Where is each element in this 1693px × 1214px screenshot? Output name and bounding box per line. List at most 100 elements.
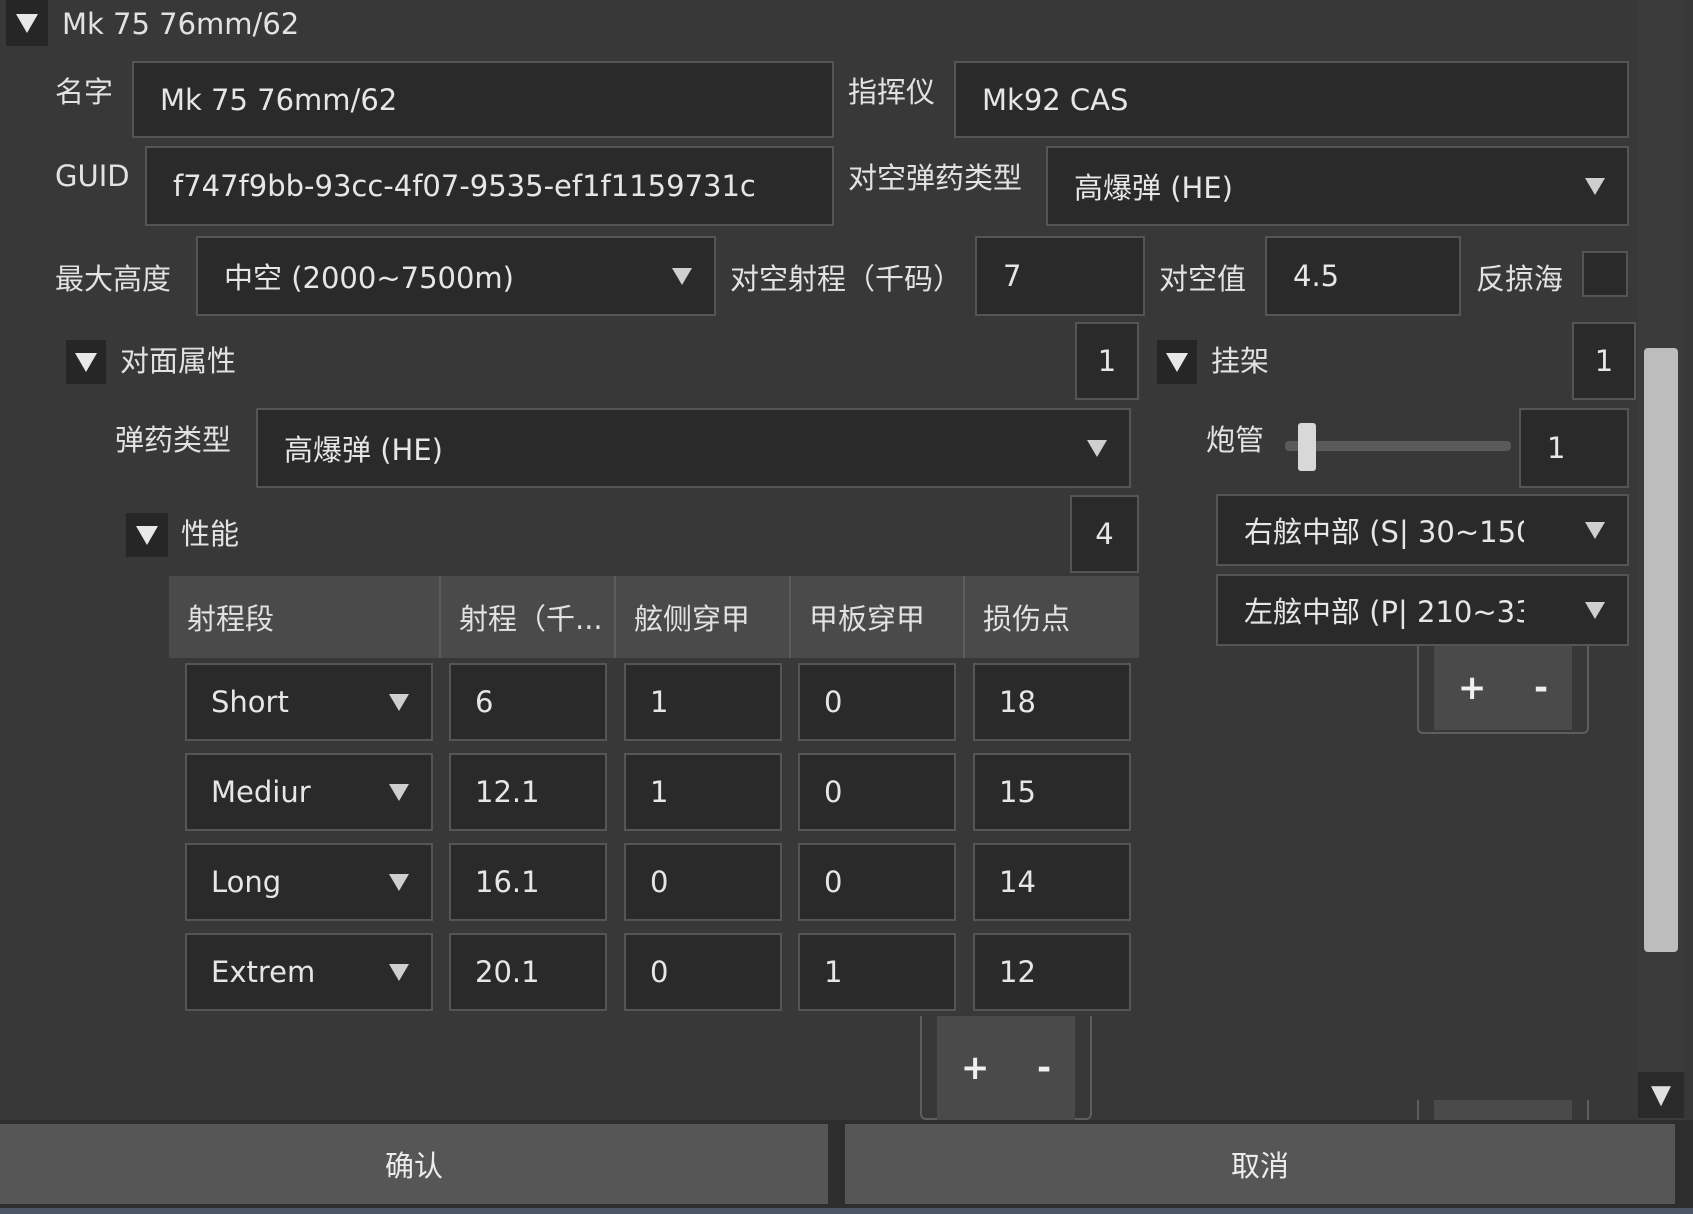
performance-add-button[interactable]: + [961, 1048, 990, 1088]
window-bottom-edge [0, 1208, 1693, 1214]
performance-remove-button[interactable]: - [1037, 1048, 1051, 1088]
dropdown-arrow-icon [389, 963, 409, 981]
barrel-slider-handle[interactable] [1298, 423, 1316, 471]
collapse-mount-toggle[interactable] [1157, 340, 1197, 384]
collapse-triangle-icon [75, 352, 97, 372]
scrollbar-thumb[interactable] [1644, 348, 1678, 952]
column-header-damage[interactable]: 损伤点 [965, 576, 1139, 658]
damage-input[interactable]: 15 [973, 753, 1131, 831]
mount-position-dropdown-1[interactable]: 右舷中部 (S| 30~150 [1216, 494, 1629, 566]
deck-pen-input-value: 0 [824, 865, 843, 899]
anti-skim-label: 反掠海 [1476, 262, 1564, 296]
band-dropdown[interactable]: Mediur [185, 753, 433, 831]
dropdown-arrow-icon [672, 267, 692, 285]
damage-input-value: 14 [999, 865, 1036, 899]
director-input[interactable]: Mk92 CAS [954, 61, 1629, 138]
guid-label: GUID [55, 159, 130, 193]
band-dropdown[interactable]: Long [185, 843, 433, 921]
performance-add-remove-bar: + - [937, 1016, 1075, 1120]
band-dropdown-value: Short [211, 685, 289, 719]
range-input-value: 6 [475, 685, 494, 719]
column-header-belt-pen[interactable]: 舷侧穿甲 [616, 576, 791, 658]
mount-add-button[interactable]: + [1458, 668, 1487, 708]
range-input-value: 12.1 [475, 775, 540, 809]
band-dropdown[interactable]: Short [185, 663, 433, 741]
belt-pen-input[interactable]: 0 [624, 843, 782, 921]
deck-pen-input-value: 0 [824, 685, 843, 719]
ammo-type-label: 弹药类型 [115, 423, 232, 457]
belt-pen-input-value: 1 [650, 685, 669, 719]
scroll-down-arrow-icon[interactable]: ▼ [1638, 1072, 1684, 1118]
weapon-title: Mk 75 76mm/62 [62, 7, 300, 41]
damage-input[interactable]: 14 [973, 843, 1131, 921]
collapse-triangle-icon [136, 525, 158, 545]
performance-section-title: 性能 [181, 517, 240, 551]
belt-pen-input-value: 0 [650, 955, 669, 989]
guid-input[interactable]: f747f9bb-93cc-4f07-9535-ef1f1159731c [145, 146, 834, 226]
damage-input[interactable]: 18 [973, 663, 1131, 741]
barrel-label: 炮管 [1206, 423, 1265, 457]
dropdown-arrow-icon [389, 693, 409, 711]
dropdown-arrow-icon [389, 873, 409, 891]
deck-pen-input[interactable]: 0 [798, 663, 956, 741]
mount-remove-button[interactable]: - [1534, 668, 1548, 708]
collapse-performance-toggle[interactable] [126, 513, 168, 557]
range-input[interactable]: 6 [449, 663, 607, 741]
deck-pen-input-value: 1 [824, 955, 843, 989]
collapse-triangle-icon [1166, 352, 1188, 372]
range-input[interactable]: 20.1 [449, 933, 607, 1011]
surface-section-title: 对面属性 [120, 344, 237, 378]
deck-pen-input-value: 0 [824, 775, 843, 809]
barrel-slider-track[interactable] [1285, 441, 1511, 451]
confirm-button[interactable]: 确认 [0, 1124, 828, 1204]
band-dropdown-value: Long [211, 865, 282, 899]
belt-pen-input[interactable]: 1 [624, 753, 782, 831]
range-input[interactable]: 16.1 [449, 843, 607, 921]
column-header-band[interactable]: 射程段 [169, 576, 441, 658]
ammo-type-dropdown[interactable]: 高爆弹 (HE) [256, 408, 1131, 488]
mount-section-title: 挂架 [1211, 344, 1270, 378]
anti-skim-checkbox[interactable] [1582, 251, 1628, 297]
aa-ammo-dropdown[interactable]: 高爆弹 (HE) [1046, 146, 1629, 226]
belt-pen-input[interactable]: 0 [624, 933, 782, 1011]
dropdown-arrow-icon [389, 783, 409, 801]
belt-pen-input[interactable]: 1 [624, 663, 782, 741]
collapse-weapon-toggle[interactable] [6, 0, 48, 46]
dropdown-arrow-icon [1585, 601, 1605, 619]
dropdown-arrow-icon [1585, 521, 1605, 539]
range-input-value: 16.1 [475, 865, 540, 899]
band-dropdown-value: Extrem [211, 955, 316, 989]
band-dropdown-value: Mediur [211, 775, 311, 809]
damage-input[interactable]: 12 [973, 933, 1131, 1011]
barrel-count-input[interactable]: 1 [1519, 408, 1629, 488]
scrolled-frame-edge-right [1587, 1100, 1589, 1120]
mount-count[interactable]: 1 [1572, 322, 1636, 400]
aa-value-input[interactable]: 4.5 [1265, 236, 1461, 316]
weapon-editor-window: Mk 75 76mm/62 名字 Mk 75 76mm/62 指挥仪 Mk92 … [0, 0, 1693, 1214]
director-label: 指挥仪 [848, 75, 936, 109]
aa-range-label: 对空射程（千码） [730, 262, 963, 296]
band-dropdown[interactable]: Extrem [185, 933, 433, 1011]
damage-input-value: 12 [999, 955, 1036, 989]
max-altitude-dropdown[interactable]: 中空 (2000~7500m) [196, 236, 716, 316]
dropdown-arrow-icon [1087, 439, 1107, 457]
collapse-surface-toggle[interactable] [66, 340, 106, 384]
deck-pen-input[interactable]: 0 [798, 753, 956, 831]
scrolled-add-remove-bar [1434, 1100, 1572, 1120]
column-header-range[interactable]: 射程（千... [441, 576, 616, 658]
scrolled-frame-edge-left [1417, 1100, 1419, 1120]
range-input[interactable]: 12.1 [449, 753, 607, 831]
name-input[interactable]: Mk 75 76mm/62 [132, 61, 834, 138]
column-header-deck-pen[interactable]: 甲板穿甲 [791, 576, 965, 658]
deck-pen-input[interactable]: 0 [798, 843, 956, 921]
cancel-button[interactable]: 取消 [845, 1124, 1675, 1204]
range-input-value: 20.1 [475, 955, 540, 989]
damage-input-value: 18 [999, 685, 1036, 719]
aa-range-input[interactable]: 7 [975, 236, 1145, 316]
mount-position-dropdown-2[interactable]: 左舷中部 (P| 210~33 [1216, 574, 1629, 646]
collapse-triangle-icon [16, 13, 38, 33]
surface-count[interactable]: 1 [1075, 322, 1139, 400]
belt-pen-input-value: 1 [650, 775, 669, 809]
performance-count[interactable]: 4 [1070, 495, 1139, 573]
deck-pen-input[interactable]: 1 [798, 933, 956, 1011]
